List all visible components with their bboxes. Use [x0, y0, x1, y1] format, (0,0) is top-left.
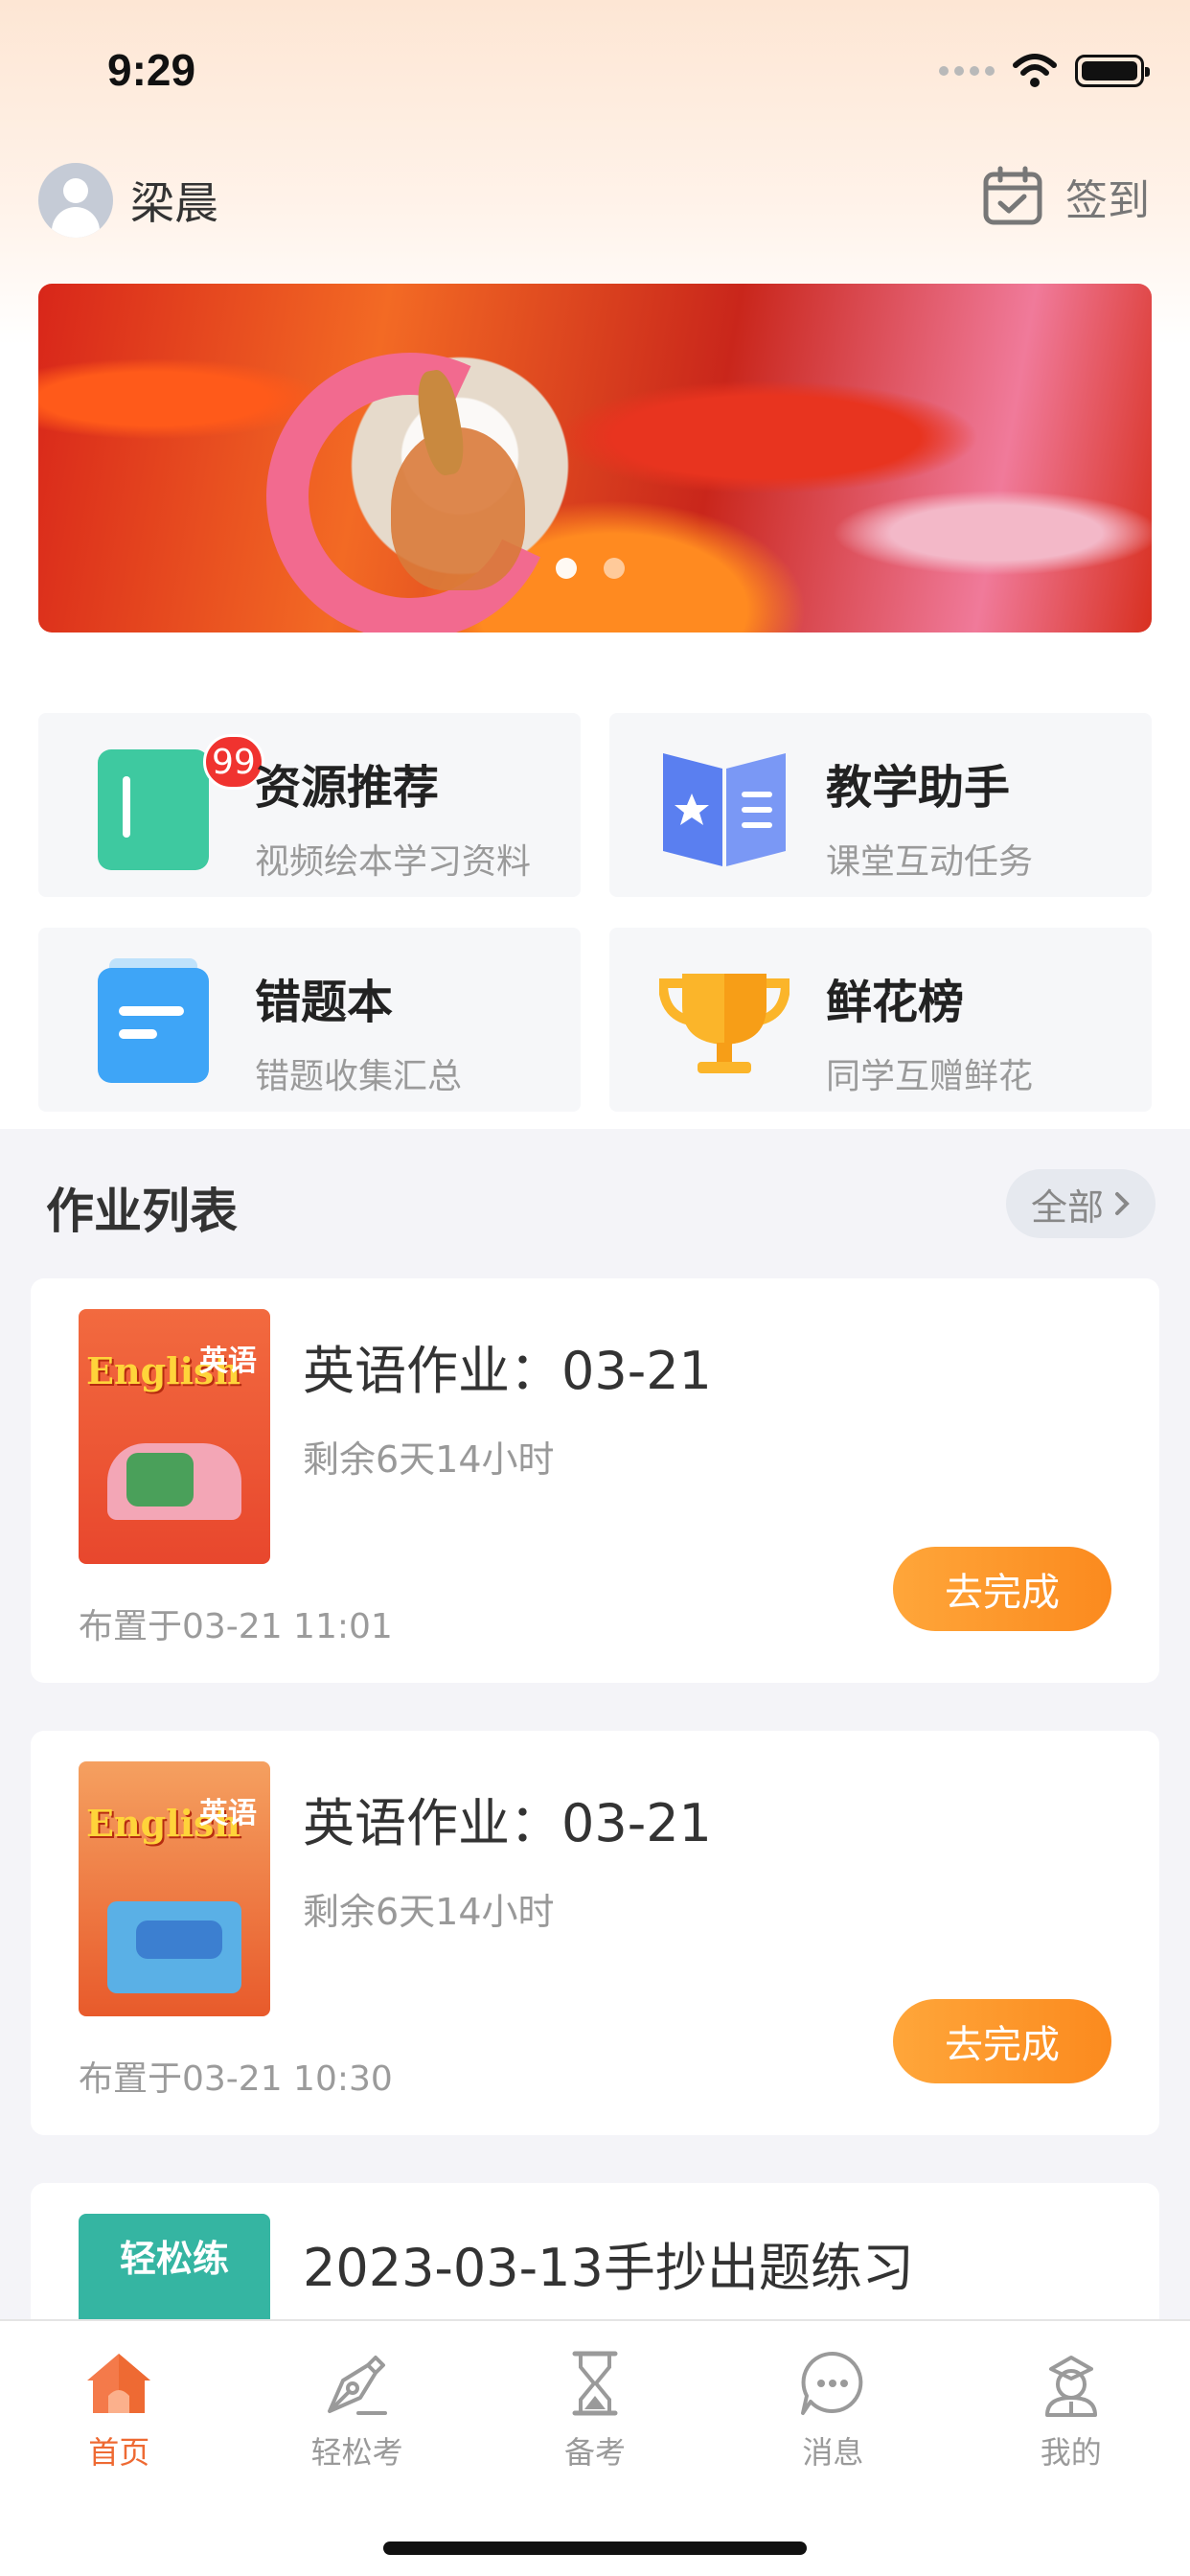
- chevron-right-icon: [1115, 1192, 1130, 1215]
- open-book-icon: [663, 753, 786, 866]
- notebook-icon: [98, 958, 209, 1083]
- top-section: 9:29 梁晨 签到 99 资源推荐 视频绘本学习资料 教学助手 课堂互动任务 …: [0, 0, 1190, 1129]
- practice-cover: 轻松练: [79, 2214, 270, 2329]
- feature-resource[interactable]: 99 资源推荐 视频绘本学习资料: [38, 713, 581, 897]
- hourglass-icon: [572, 2351, 618, 2416]
- time-remaining: 剩余6天14小时: [303, 1438, 555, 1481]
- tab-label: 首页: [88, 2434, 150, 2471]
- complete-button[interactable]: 去完成: [893, 1999, 1111, 2083]
- feature-title: 资源推荐: [255, 761, 440, 815]
- trophy-icon: [659, 974, 790, 1073]
- feature-title: 教学助手: [826, 761, 1011, 815]
- feature-title: 鲜花榜: [826, 976, 965, 1029]
- homework-card[interactable]: English 英语 英语作业：03-21 剩余6天14小时 布置于03-21 …: [31, 1731, 1159, 2135]
- assigned-time: 布置于03-21 10:30: [79, 2059, 393, 2099]
- tab-label: 轻松考: [310, 2434, 403, 2471]
- calendar-check-icon: [983, 166, 1042, 225]
- banner-pagination: [556, 558, 625, 579]
- app-screen: 9:29 梁晨 签到 99 资源推荐 视频绘本学习资料 教学助手 课堂互动任务 …: [0, 0, 1190, 2576]
- view-all-label: 全部: [1030, 1185, 1104, 1229]
- section-title: 作业列表: [46, 1184, 238, 1239]
- banner-dot[interactable]: [604, 558, 625, 579]
- banner-dot-active[interactable]: [556, 558, 577, 579]
- assigned-time: 布置于03-21 11:01: [79, 1607, 393, 1646]
- tab-profile[interactable]: 我的: [952, 2346, 1190, 2472]
- homework-card[interactable]: English 英语 英语作业：03-21 剩余6天14小时 布置于03-21 …: [31, 1278, 1159, 1683]
- feature-grid: 99 资源推荐 视频绘本学习资料 教学助手 课堂互动任务 错题本 错题收集汇总 …: [38, 713, 1152, 1112]
- signin-button[interactable]: 签到: [981, 165, 1150, 228]
- feature-subtitle: 视频绘本学习资料: [255, 842, 532, 882]
- textbook-cover: English 英语: [79, 1309, 270, 1564]
- cover-title-zh: 轻松练: [119, 2238, 229, 2280]
- time-remaining: 剩余6天14小时: [303, 1891, 555, 1933]
- homework-title: 英语作业：03-21: [303, 1341, 712, 1401]
- home-icon: [87, 2354, 151, 2413]
- view-all-button[interactable]: 全部: [1006, 1169, 1156, 1238]
- home-indicator: [383, 2542, 807, 2555]
- tab-label: 我的: [1040, 2434, 1102, 2471]
- feature-subtitle: 课堂互动任务: [826, 842, 1034, 882]
- tab-easy-exam[interactable]: 轻松考: [238, 2346, 475, 2472]
- feature-flower-ranking[interactable]: 鲜花榜 同学互赠鲜花: [609, 928, 1152, 1112]
- homework-section-header: 作业列表 全部: [0, 1129, 1190, 1273]
- user-name: 梁晨: [130, 177, 218, 229]
- status-time: 9:29: [107, 45, 196, 95]
- feature-teaching-assistant[interactable]: 教学助手 课堂互动任务: [609, 713, 1152, 897]
- resource-icon: [98, 749, 209, 870]
- tab-label: 备考: [563, 2434, 626, 2471]
- pen-nib-icon: [327, 2356, 387, 2415]
- signin-label: 签到: [1065, 176, 1150, 225]
- avatar[interactable]: [38, 163, 113, 238]
- textbook-cover: English 英语: [79, 1761, 270, 2016]
- feature-mistake-notebook[interactable]: 错题本 错题收集汇总: [38, 928, 581, 1112]
- profile-icon: [1044, 2356, 1097, 2417]
- homework-title: 英语作业：03-21: [303, 1793, 712, 1853]
- tab-messages[interactable]: 消息: [714, 2346, 951, 2472]
- chat-bubble-icon: [801, 2351, 863, 2415]
- battery-icon: [1075, 55, 1150, 87]
- banner-carousel[interactable]: [38, 284, 1152, 632]
- cover-title-zh: 英语: [199, 1345, 257, 1378]
- tab-home[interactable]: 首页: [0, 2346, 238, 2472]
- feature-subtitle: 错题收集汇总: [255, 1057, 463, 1096]
- feature-title: 错题本: [255, 976, 394, 1029]
- wifi-icon: [1013, 54, 1057, 87]
- user-profile[interactable]: 梁晨: [38, 163, 218, 238]
- tab-bar: 首页 轻松考 备考 消息 我的: [0, 2319, 1190, 2576]
- status-indicators: [939, 54, 1150, 88]
- tab-exam-prep[interactable]: 备考: [476, 2346, 714, 2472]
- feature-subtitle: 同学互赠鲜花: [826, 1057, 1034, 1096]
- cover-title-zh: 英语: [199, 1797, 257, 1830]
- tab-label: 消息: [802, 2434, 864, 2471]
- cellular-signal-icon: [939, 66, 995, 76]
- homework-title: 2023-03-13手抄出题练习: [303, 2238, 914, 2298]
- complete-button[interactable]: 去完成: [893, 1547, 1111, 1631]
